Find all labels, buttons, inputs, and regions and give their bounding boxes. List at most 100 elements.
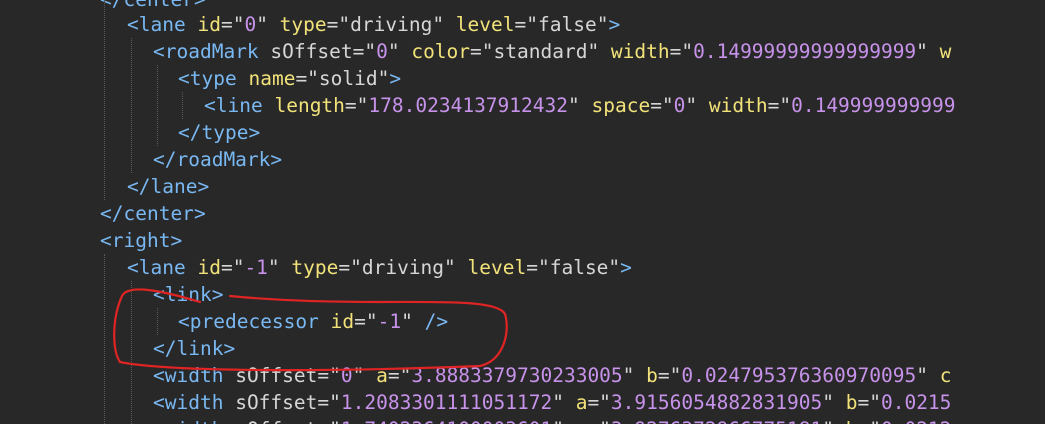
code-line-15[interactable]: <width sOffset="0" a="3.8883379730233005… (153, 362, 951, 389)
token-txt: =" (387, 364, 412, 387)
token-tag: roadMark (164, 40, 259, 63)
token-txt: =" (669, 40, 694, 63)
token-tag: lane (150, 175, 198, 198)
token-val: 0.0215 (880, 391, 952, 414)
token-punct: > (197, 175, 210, 198)
token-val: 3.8883379730233005 (411, 364, 623, 387)
token-txt: " (916, 40, 940, 63)
token-punct: < (127, 13, 139, 36)
token-tag: lane (138, 13, 186, 36)
token-punct: </ (100, 202, 124, 225)
token-txt: =" (220, 13, 245, 36)
token-tag: center (123, 0, 193, 11)
token-tag: type (189, 67, 237, 90)
token-txt: " (387, 40, 412, 63)
token-txt: " (622, 364, 647, 387)
token-tag: type (201, 121, 249, 144)
code-line-9[interactable]: </center> (100, 200, 206, 227)
indent-guide (157, 308, 158, 335)
code-line-11[interactable]: <lane id="-1" type="driving" level="fals… (127, 254, 632, 281)
code-line-13[interactable]: <predecessor id="-1" /> (178, 308, 448, 335)
indent-guide (182, 92, 183, 119)
code-line-16[interactable]: <width sOffset="1.2083301111051172" a="3… (153, 389, 951, 416)
code-editor[interactable]: </center><lane id="0" type="driving" lev… (0, 0, 1045, 424)
token-txt: sOffset (235, 364, 318, 387)
token-txt: =" (354, 310, 378, 333)
token-txt: " (685, 94, 709, 117)
code-line-2[interactable]: <lane id="0" type="driving" level="false… (127, 11, 620, 38)
token-tag: roadMark (176, 148, 271, 171)
token-txt: " (608, 256, 621, 279)
token-attr: level (467, 256, 527, 279)
token-val: -1 (244, 256, 268, 279)
code-line-17[interactable]: <width sOffset="1.7402364100003601" a="3… (153, 416, 951, 424)
token-val: 0.0212 (881, 418, 951, 424)
code-line-3[interactable]: <roadMark sOffset="0" color="standard" w… (153, 38, 951, 65)
token-attr: level (455, 13, 515, 36)
code-line-10[interactable]: <right> (100, 227, 182, 254)
indent-guide (104, 254, 105, 424)
token-punct: > (211, 283, 224, 306)
token-tag: lane (138, 256, 186, 279)
token-txt: " (552, 418, 575, 424)
code-line-7[interactable]: </roadMark> (153, 146, 282, 173)
token-txt: sOffset (270, 40, 353, 63)
token-punct: > (194, 0, 206, 11)
token-attr: id (197, 256, 221, 279)
token-val: 1.7402364100003601 (341, 418, 552, 424)
token-attr: w (939, 40, 952, 63)
token-txt: =" (650, 94, 674, 117)
token-txt: " (916, 364, 940, 387)
token-attr: b (845, 391, 858, 414)
token-tag: width (164, 391, 224, 414)
token-tag: center (123, 202, 194, 225)
token-punct: > (389, 67, 402, 90)
code-line-6[interactable]: </type> (178, 119, 260, 146)
token-punct: > (608, 13, 621, 36)
token-txt: " (596, 13, 609, 36)
token-attr: c (939, 364, 952, 387)
token-txt: " (256, 13, 280, 36)
code-line-4[interactable]: <type name="solid"> (178, 65, 401, 92)
token-tag: width (165, 418, 224, 424)
token-txt: =" (857, 391, 881, 414)
code-line-5[interactable]: <line length="178.0234137912432" space="… (204, 92, 955, 119)
token-txt: =" (587, 418, 610, 424)
token-val: 178.0234137912432 (368, 94, 568, 117)
code-line-12[interactable]: <link> (153, 281, 223, 308)
token-txt: " (401, 310, 425, 333)
token-attr: length (274, 94, 345, 117)
token-txt: " (822, 418, 845, 424)
token-attr: a (576, 418, 588, 424)
token-punct: </ (153, 148, 177, 171)
code-line-8[interactable]: </lane> (127, 173, 209, 200)
token-attr: color (411, 40, 471, 63)
token-val: 0.14999999999999999 (693, 40, 917, 63)
token-punct: /> (424, 310, 449, 333)
token-punct: < (153, 418, 165, 424)
code-line-14[interactable]: </link> (153, 335, 235, 362)
token-punct: </ (178, 121, 202, 144)
token-val: 1.2083301111051172 (340, 391, 553, 414)
indent-guide (131, 281, 132, 424)
token-txt: =" (344, 94, 369, 117)
token-txt: " (822, 391, 846, 414)
token-punct: > (170, 229, 183, 252)
token-txt: =" (526, 256, 550, 279)
token-txt: =" (326, 13, 351, 36)
token-tag: link (164, 283, 212, 306)
token-attr: type (291, 256, 339, 279)
token-punct: < (153, 364, 165, 387)
token-punct: > (270, 148, 283, 171)
token-txt: =" (857, 418, 880, 424)
token-attr: id (330, 310, 355, 333)
token-txt: =" (295, 67, 319, 90)
token-txt: " (267, 256, 292, 279)
token-txt: =" (317, 364, 341, 387)
